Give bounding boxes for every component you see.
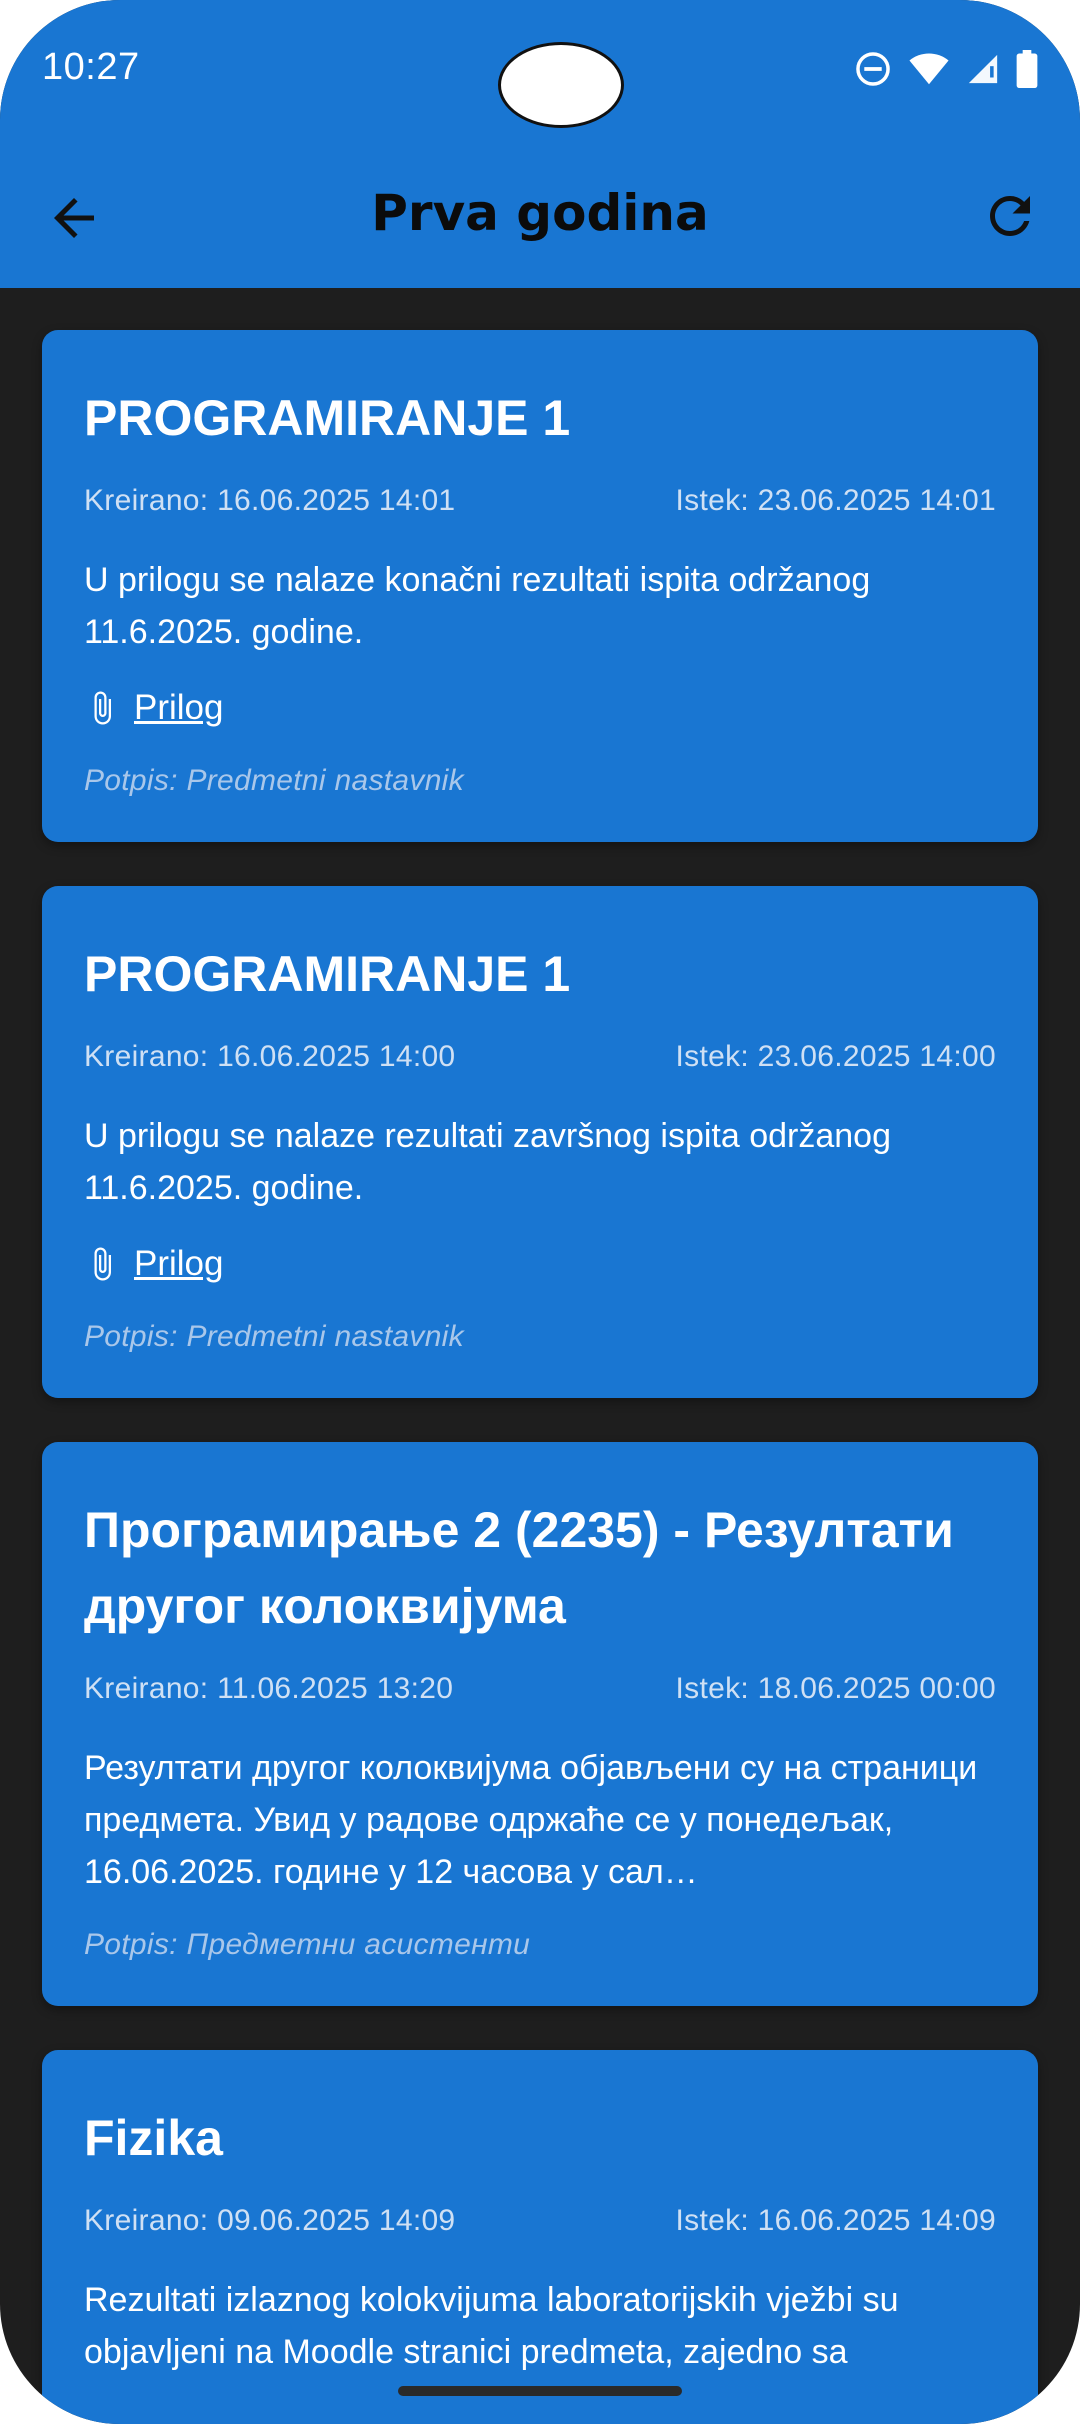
app-bar: Prva godina bbox=[0, 140, 1080, 288]
card-signature: Potpis: Predmetni nastavnik bbox=[84, 1320, 464, 1353]
expiry-date: Istek: 16.06.2025 14:09 bbox=[675, 2204, 996, 2237]
page-title: Prva godina bbox=[371, 184, 709, 242]
wifi-icon bbox=[909, 53, 949, 85]
card-description: U prilogu se nalaze konačni rezultati is… bbox=[84, 561, 871, 651]
status-bar: 10:27 bbox=[0, 0, 1080, 140]
created-date: Kreirano: 16.06.2025 14:01 bbox=[84, 484, 456, 517]
paperclip-icon bbox=[94, 1247, 111, 1281]
expiry-date: Istek: 18.06.2025 00:00 bbox=[675, 1672, 996, 1705]
expiry-date: Istek: 23.06.2025 14:00 bbox=[675, 1040, 996, 1073]
attachment-link[interactable]: Prilog bbox=[84, 688, 996, 728]
attachment-label[interactable]: Prilog bbox=[134, 688, 223, 728]
expiry-date: Istek: 23.06.2025 14:01 bbox=[675, 484, 996, 517]
card-title: Fizika bbox=[84, 2110, 223, 2166]
created-date: Kreirano: 16.06.2025 14:00 bbox=[84, 1040, 456, 1073]
card-meta: Kreirano: 11.06.2025 13:20 Istek: 18.06.… bbox=[84, 1672, 996, 1706]
card-signature: Potpis: Predmetni nastavnik bbox=[84, 764, 464, 797]
status-time: 10:27 bbox=[42, 46, 140, 88]
gesture-nav-bar[interactable] bbox=[398, 2386, 682, 2396]
card-signature: Potpis: Предметни асистенти bbox=[84, 1928, 531, 1961]
card-meta: Kreirano: 16.06.2025 14:00 Istek: 23.06.… bbox=[84, 1040, 996, 1074]
announcement-card[interactable]: PROGRAMIRANJE 1 Kreirano: 16.06.2025 14:… bbox=[42, 886, 1038, 1398]
do-not-disturb-icon bbox=[856, 52, 890, 86]
announcement-list: PROGRAMIRANJE 1 Kreirano: 16.06.2025 14:… bbox=[42, 330, 1038, 2424]
attachment-label[interactable]: Prilog bbox=[134, 1244, 223, 1284]
card-description: Резултати другог колоквијума објављени с… bbox=[84, 1749, 978, 1891]
paperclip-icon bbox=[94, 691, 111, 725]
created-date: Kreirano: 09.06.2025 14:09 bbox=[84, 2204, 456, 2237]
status-icons bbox=[854, 50, 1038, 88]
card-meta: Kreirano: 16.06.2025 14:01 Istek: 23.06.… bbox=[84, 484, 996, 518]
phone-screen: 10:27 Prva godina PROGRAMIRANJE 1 Kreira… bbox=[0, 0, 1080, 2424]
announcement-card[interactable]: Fizika Kreirano: 09.06.2025 14:09 Istek:… bbox=[42, 2050, 1038, 2424]
battery-icon bbox=[1016, 50, 1038, 88]
camera-cutout bbox=[498, 42, 624, 128]
card-title: PROGRAMIRANJE 1 bbox=[84, 390, 571, 446]
card-description: U prilogu se nalaze rezultati završnog i… bbox=[84, 1117, 892, 1207]
cell-signal-icon bbox=[968, 54, 998, 84]
announcement-card[interactable]: PROGRAMIRANJE 1 Kreirano: 16.06.2025 14:… bbox=[42, 330, 1038, 842]
card-title: PROGRAMIRANJE 1 bbox=[84, 946, 571, 1002]
card-meta: Kreirano: 09.06.2025 14:09 Istek: 16.06.… bbox=[84, 2204, 996, 2238]
card-title: Програмирање 2 (2235) - Резултати другог… bbox=[84, 1502, 954, 1634]
refresh-icon[interactable] bbox=[980, 186, 1040, 246]
attachment-link[interactable]: Prilog bbox=[84, 1244, 996, 1284]
card-description: Rezultati izlaznog kolokvijuma laborator… bbox=[84, 2281, 899, 2371]
announcement-card[interactable]: Програмирање 2 (2235) - Резултати другог… bbox=[42, 1442, 1038, 2006]
created-date: Kreirano: 11.06.2025 13:20 bbox=[84, 1672, 454, 1705]
